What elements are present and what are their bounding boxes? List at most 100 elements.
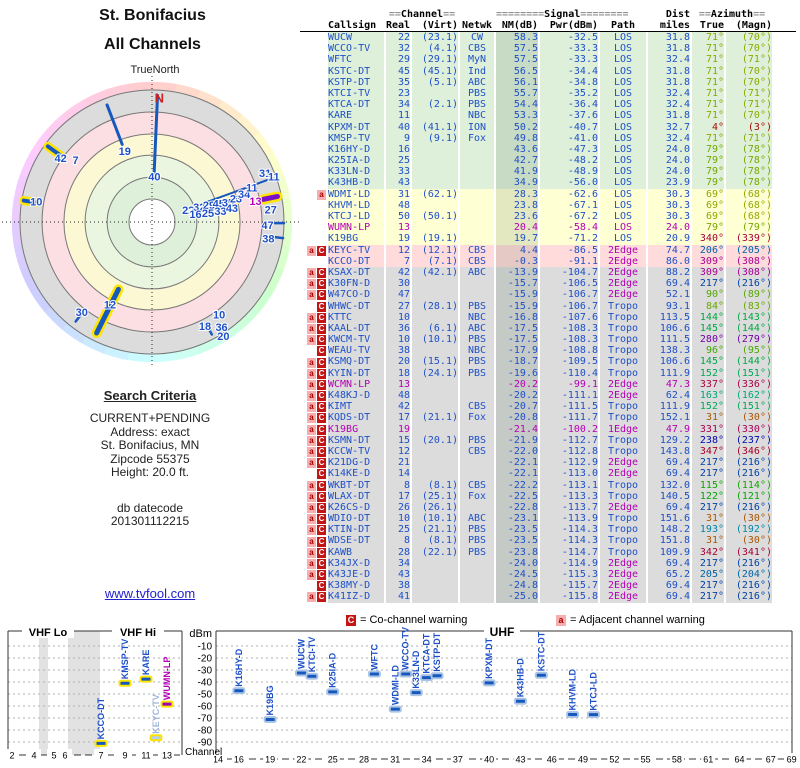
table-row: a C K48KJ-D 48 -20.2 -111.1 2Edge 62.4 163° (162°… (300, 390, 796, 403)
adjacent-channel-warning-icon: a (307, 491, 316, 502)
channel-axis-label: Channel (185, 747, 223, 758)
adjacent-channel-warning-icon: a (307, 323, 316, 334)
svg-text:27: 27 (265, 205, 277, 217)
table-row: a C KAAL-DT 36 (6.1) ABC -17.5 -108.3 Tropo 106.6… (300, 322, 796, 336)
co-channel-warning-icon: C (317, 581, 326, 592)
uhf-signal-chart: UHF K16HY-D K19BG WUCW KTCI-TV K25IA-D WFTC WDM… (214, 625, 799, 765)
svg-text:22: 22 (296, 755, 306, 765)
co-channel-warning-icon: C (317, 368, 326, 379)
table-row: a C W47CO-D 47 -15.9 -106.7 2Edge 52.1 90° (89°) (300, 289, 796, 302)
table-row: a C WKBT-DT 8 (8.1) CBS -22.2 -113.1 Tropo 132.0 1… (300, 479, 796, 492)
search-criteria-heading: Search Criteria (103, 388, 197, 403)
table-row: KMSP-TV 9 (9.1) Fox 49.8 -41.0 LOS 32.4 71° (71°) (300, 132, 796, 145)
co-channel-warning-icon: C (317, 469, 326, 480)
table-row: a C WDSE-DT 8 (8.1) PBS -23.5 -114.3 Tropo 151.8 3… (300, 535, 796, 548)
table-row: a C KWCM-TV 10 (10.1) PBS -17.5 -108.3 Tropo 111.… (300, 334, 796, 347)
table-row: C WEAU-TV 38 NBC -17.9 -108.8 Tropo 138.3 96° (95… (300, 345, 796, 358)
svg-text:69: 69 (787, 755, 797, 765)
co-channel-warning-icon: C (317, 379, 326, 390)
svg-text:KHVM-LD: KHVM-LD (568, 669, 578, 711)
adjacent-channel-warning-icon: a (317, 189, 326, 200)
table-row: C K38MY-D 38 -24.8 -115.7 2Edge 69.4 217° (216°) (300, 580, 796, 593)
co-channel-warning-icon: C (317, 335, 326, 346)
svg-text:31: 31 (390, 755, 400, 765)
adjacent-channel-warning-icon: a (307, 312, 316, 323)
table-row: K33LN-D 33 41.9 -48.9 LOS 24.0 79° (78°) (300, 166, 796, 179)
svg-text:19: 19 (265, 755, 275, 765)
svg-text:40: 40 (148, 172, 160, 184)
svg-text:55: 55 (641, 755, 651, 765)
table-row: K25IA-D 25 42.7 -48.2 LOS 24.0 79° (78°) (300, 155, 796, 168)
adjacent-channel-warning-icon: a (307, 424, 316, 435)
adjacent-channel-warning-icon: a (307, 514, 316, 525)
svg-text:dBm: dBm (189, 628, 212, 640)
noise-margin-cell: -25.0 (496, 591, 538, 604)
svg-text:67: 67 (766, 755, 776, 765)
svg-text:49: 49 (578, 755, 588, 765)
search-mode: CURRENT+PENDING (89, 411, 211, 425)
co-channel-warning-icon: C (317, 570, 326, 581)
tvfool-report: St. Bonifacius All Channels TrueNorth 19… (0, 0, 800, 768)
svg-text:38: 38 (262, 233, 274, 245)
svg-text:37: 37 (453, 755, 463, 765)
search-height: Height: 20.0 ft. (110, 465, 190, 479)
svg-text:43: 43 (226, 203, 238, 215)
svg-text:K43HB-D: K43HB-D (515, 658, 525, 698)
table-row: a C K26CS-D 26 (26.1) -22.8 -113.7 2Edge 69.4 217… (300, 501, 796, 515)
table-row: a WDMI-LD 31 (62.1) 28.3 -62.6 LOS 30.3 69° (68°) (300, 188, 796, 201)
column-header: miles (659, 20, 690, 31)
table-row: a C KSMN-DT 15 (20.1) PBS -21.9 -112.7 Tropo 129.… (300, 434, 796, 447)
table-row: a C WCMN-LP 13 -20.2 -99.1 2Edge 47.3 337° (336°) (300, 378, 796, 392)
table-row: a C KTTC 10 NBC -16.8 -107.6 Tropo 113.5 144° (143… (300, 311, 796, 324)
group-header-cell: ==Channel== (388, 9, 456, 20)
column-header: NM(dB) (501, 20, 538, 31)
table-row: KTCI-TV 23 PBS 55.7 -35.2 LOS 32.4 71° (71°) (300, 87, 796, 101)
adjacent-channel-warning-icon: a (307, 502, 316, 513)
co-channel-warning-icon: C (317, 592, 326, 603)
adjacent-channel-warning-icon: a (307, 368, 316, 379)
tvfool-link[interactable]: www.tvfool.com (105, 586, 195, 601)
column-header: Path (610, 20, 636, 31)
svg-text:25: 25 (328, 755, 338, 765)
table-row: K19BG 19 (19.1) 19.7 -71.2 LOS 20.9 340° (339°) (300, 233, 796, 246)
svg-text:KSTP-DT: KSTP-DT (432, 632, 442, 671)
page-title: St. Bonifacius All Channels (30, 8, 275, 54)
adjacent-channel-warning-icon: a (307, 279, 316, 290)
adjacent-channel-warning-icon: a (307, 391, 316, 402)
station-table: ==Channel== ========Signal======== Dist ==A… (300, 9, 796, 604)
svg-text:40: 40 (484, 755, 494, 765)
group-header-cell: Dist (665, 9, 690, 20)
co-channel-warning-icon: C (317, 458, 326, 469)
svg-text:KTCJ-LD: KTCJ-LD (588, 672, 598, 711)
svg-text:34: 34 (422, 755, 432, 765)
svg-text:K16HY-D: K16HY-D (234, 648, 244, 687)
svg-text:-70: -70 (198, 714, 213, 725)
adjacent-channel-warning-icon: a (307, 379, 316, 390)
azimuth-magnetic-cell: (216°) (726, 591, 772, 604)
svg-text:WUCW: WUCW (296, 639, 306, 669)
table-row: KTCJ-LD 50 (50.1) 23.6 -67.2 LOS 30.3 69° (68°) (300, 211, 796, 224)
svg-text:KTCA-DT: KTCA-DT (422, 633, 432, 673)
svg-text:47: 47 (261, 220, 273, 232)
adjacent-channel-warning-icon: a (307, 547, 316, 558)
svg-text:12: 12 (104, 299, 116, 311)
search-address-mode: Address: exact (110, 424, 190, 439)
svg-text:2: 2 (9, 751, 14, 761)
warning-cell: aC (300, 591, 326, 604)
table-row: a C WDIO-DT 10 (10.1) ABC -23.1 -113.9 Tropo 151.… (300, 513, 796, 526)
table-row: a C K30FN-D 30 -15.7 -106.5 2Edge 69.4 217° (216°… (300, 278, 796, 291)
adjacent-channel-warning-icon: a (307, 525, 316, 536)
distance-cell: 69.4 (648, 591, 690, 604)
adjacent-channel-warning-icon: a (307, 447, 316, 458)
radar-plot: 194042 71030121018 36204738271322322945352… (2, 76, 302, 368)
db-datecode-value: 201301112215 (110, 514, 190, 528)
svg-text:VHF Hi: VHF Hi (120, 627, 156, 639)
svg-text:-20: -20 (198, 654, 213, 665)
svg-text:UHF: UHF (490, 625, 515, 639)
callsign-cell: K41IZ-D (328, 591, 384, 604)
group-header-cell: ========Signal======== (496, 9, 629, 20)
svg-text:-40: -40 (198, 678, 213, 689)
svg-text:K33LN-D: K33LN-D (411, 650, 421, 689)
co-channel-warning-icon: C (317, 558, 326, 569)
co-channel-warning-icon: C (317, 245, 326, 256)
